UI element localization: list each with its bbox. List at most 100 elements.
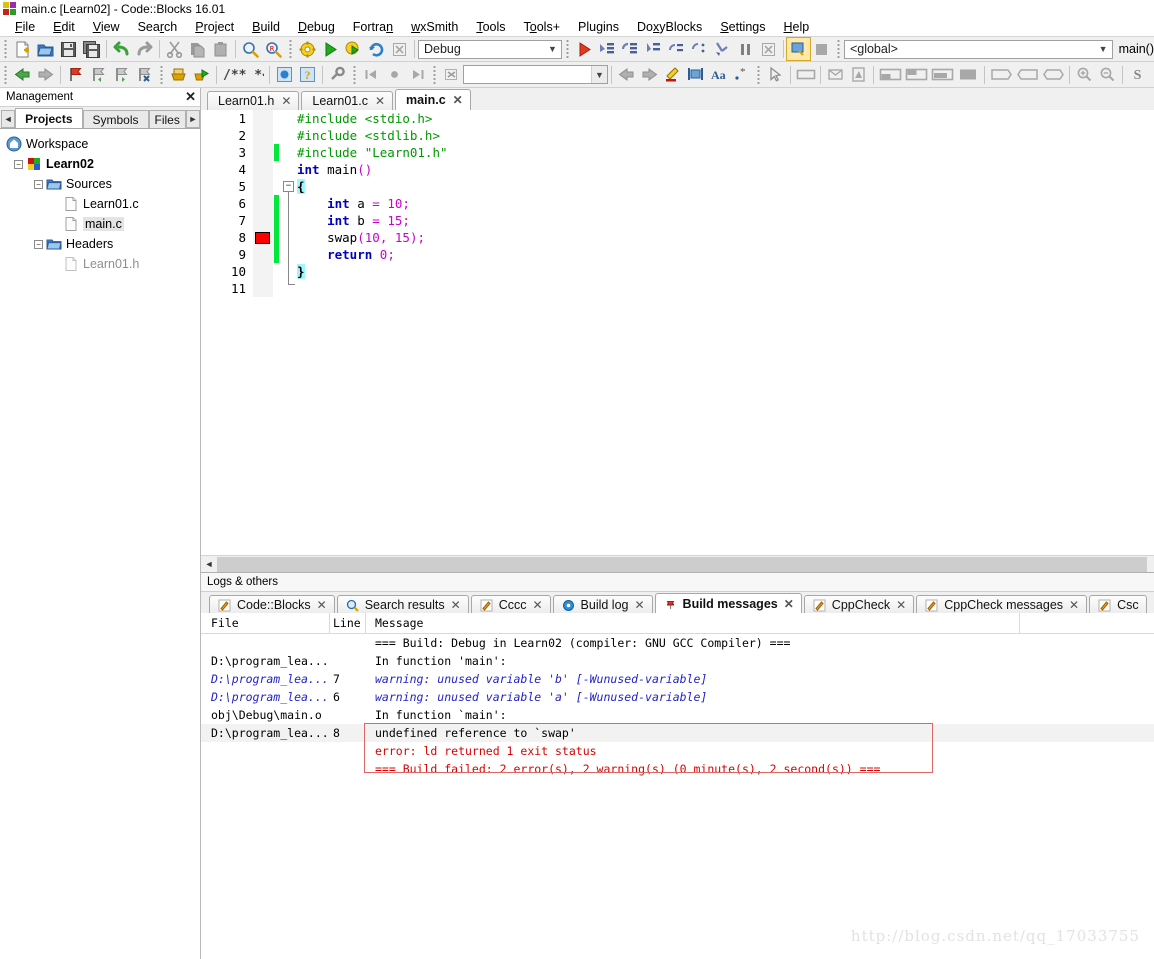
prev-changed-line-icon[interactable] — [360, 64, 383, 86]
menu-tools-plus[interactable]: Tools+ — [515, 19, 569, 35]
close-icon[interactable]: ✕ — [281, 94, 291, 108]
chevron-down-icon[interactable]: ▼ — [591, 66, 607, 83]
toolbar-grip[interactable] — [2, 64, 9, 85]
close-icon[interactable]: ✕ — [453, 93, 463, 107]
column-header-file[interactable]: File — [201, 616, 329, 630]
menu-tools[interactable]: Tools — [467, 19, 514, 35]
build-and-run-icon[interactable] — [342, 38, 365, 60]
expand-right-icon[interactable] — [988, 64, 1014, 86]
logs-tab-codeblocks[interactable]: Code::Blocks ✕ — [209, 595, 335, 614]
logs-tab-cppcheck[interactable]: CppCheck ✕ — [803, 595, 915, 614]
debug-step-into-instruction-icon[interactable] — [711, 38, 734, 60]
menu-build[interactable]: Build — [243, 19, 289, 35]
menu-doxyblocks[interactable]: DoxyBlocks — [628, 19, 711, 35]
layout-full-icon[interactable] — [955, 64, 981, 86]
code-text[interactable]: #include <stdio.h> #include <stdlib.h> #… — [297, 110, 1154, 297]
menu-help[interactable]: Help — [775, 19, 819, 35]
debug-run-to-cursor-icon[interactable] — [596, 38, 619, 60]
debugging-windows-icon[interactable] — [785, 37, 811, 61]
layout-fill-icon[interactable] — [929, 64, 955, 86]
tree-item-headers[interactable]: − Headers — [6, 234, 200, 254]
regex-icon[interactable]: * — [730, 64, 753, 86]
back-icon[interactable] — [11, 64, 34, 86]
chevron-left-icon[interactable]: ◄ — [201, 556, 217, 572]
menu-debug[interactable]: Debug — [289, 19, 344, 35]
zoom-out-icon[interactable] — [1096, 64, 1119, 86]
layout-top-icon[interactable] — [877, 64, 903, 86]
debug-next-line-icon[interactable] — [619, 38, 642, 60]
layout-bottom-icon[interactable] — [903, 64, 929, 86]
clear-search-icon[interactable] — [440, 64, 463, 86]
menu-search[interactable]: Search — [129, 19, 187, 35]
table-row[interactable]: D:\program_lea... In function 'main': — [201, 652, 1154, 670]
toolbar-grip[interactable] — [2, 39, 9, 59]
copy-icon[interactable] — [186, 38, 209, 60]
scrollbar-thumb[interactable] — [217, 556, 1147, 572]
match-case-icon[interactable]: Aa — [707, 64, 730, 86]
menu-edit[interactable]: Edit — [44, 19, 84, 35]
editor-tab-learn01-h[interactable]: Learn01.h ✕ — [207, 91, 300, 110]
menu-plugins[interactable]: Plugins — [569, 19, 628, 35]
pointer-icon[interactable] — [764, 64, 787, 86]
logs-tab-search-results[interactable]: Search results ✕ — [336, 595, 469, 614]
next-bookmark-icon[interactable] — [110, 64, 133, 86]
zoom-in-icon[interactable] — [1073, 64, 1096, 86]
logs-tab-cppcheck-messages[interactable]: CppCheck messages ✕ — [916, 595, 1088, 614]
expand-left-icon[interactable] — [1014, 64, 1040, 86]
toolbar-grip[interactable] — [158, 64, 165, 85]
toolbar-grip[interactable] — [351, 64, 358, 85]
fold-toggle-icon[interactable]: − — [283, 181, 294, 192]
selected-text-icon[interactable] — [684, 64, 707, 86]
redo-icon[interactable] — [133, 38, 156, 60]
close-icon[interactable]: ✕ — [1069, 598, 1079, 612]
prev-bookmark-icon[interactable] — [87, 64, 110, 86]
close-icon[interactable]: ✕ — [185, 89, 196, 105]
highlight-icon[interactable] — [661, 64, 684, 86]
run-icon[interactable] — [319, 38, 342, 60]
panel-icon[interactable] — [794, 64, 817, 86]
breakpoint-marker[interactable] — [255, 232, 270, 244]
tree-item-learn01-h[interactable]: Learn01.h — [6, 254, 200, 274]
wxsmith-icon-1[interactable] — [824, 64, 847, 86]
save-icon[interactable] — [57, 38, 80, 60]
rebuild-icon[interactable] — [365, 38, 388, 60]
doxyblocks-help-icon[interactable]: ? — [296, 64, 319, 86]
find-icon[interactable] — [239, 38, 262, 60]
debug-step-out-icon[interactable] — [665, 38, 688, 60]
tree-item-learn01-c[interactable]: Learn01.c — [6, 194, 200, 214]
chevron-left-icon[interactable]: ◄ — [1, 110, 16, 128]
debug-stop-icon[interactable] — [757, 38, 780, 60]
paste-icon[interactable] — [209, 38, 232, 60]
close-icon[interactable]: ✕ — [375, 94, 385, 108]
editor-tab-learn01-c[interactable]: Learn01.c ✕ — [301, 91, 394, 110]
debug-next-instruction-icon[interactable] — [688, 38, 711, 60]
table-row[interactable]: D:\program_lea... 8 undefined reference … — [201, 724, 1154, 742]
table-row[interactable]: === Build failed: 2 error(s), 2 warning(… — [201, 760, 1154, 778]
next-changed-line-icon[interactable] — [406, 64, 429, 86]
toolbar-grip[interactable] — [834, 39, 842, 59]
replace-icon[interactable]: R — [262, 38, 285, 60]
close-icon[interactable]: ✕ — [451, 598, 461, 612]
undo-icon[interactable] — [110, 38, 133, 60]
build-messages-table[interactable]: File Line Message === Build: Debug in Le… — [201, 613, 1154, 959]
find-next-icon[interactable] — [638, 64, 661, 86]
menu-wxsmith[interactable]: wxSmith — [402, 19, 467, 35]
debug-step-into-icon[interactable] — [642, 38, 665, 60]
chevron-right-icon[interactable]: ► — [185, 110, 200, 128]
scrollbar-track[interactable] — [217, 556, 1154, 572]
table-row[interactable]: D:\program_lea... 7 warning: unused vari… — [201, 670, 1154, 688]
fold-gutter[interactable]: − — [281, 110, 297, 297]
close-icon[interactable]: ✕ — [317, 598, 327, 612]
open-file-icon[interactable] — [34, 38, 57, 60]
scope-combo[interactable]: <global> ▼ — [843, 39, 1113, 59]
close-icon[interactable]: ✕ — [784, 597, 794, 611]
toolbar-grip[interactable] — [287, 39, 294, 59]
editor-horizontal-scrollbar[interactable]: ◄ — [201, 555, 1154, 572]
close-icon[interactable]: ✕ — [532, 598, 542, 612]
menu-settings[interactable]: Settings — [711, 19, 774, 35]
chevron-down-icon[interactable]: ▼ — [544, 41, 561, 58]
close-icon[interactable]: ✕ — [896, 598, 906, 612]
toolbar-grip[interactable] — [563, 39, 571, 59]
toolbar-grip[interactable] — [755, 64, 762, 85]
tab-symbols[interactable]: Symbols — [82, 110, 149, 128]
